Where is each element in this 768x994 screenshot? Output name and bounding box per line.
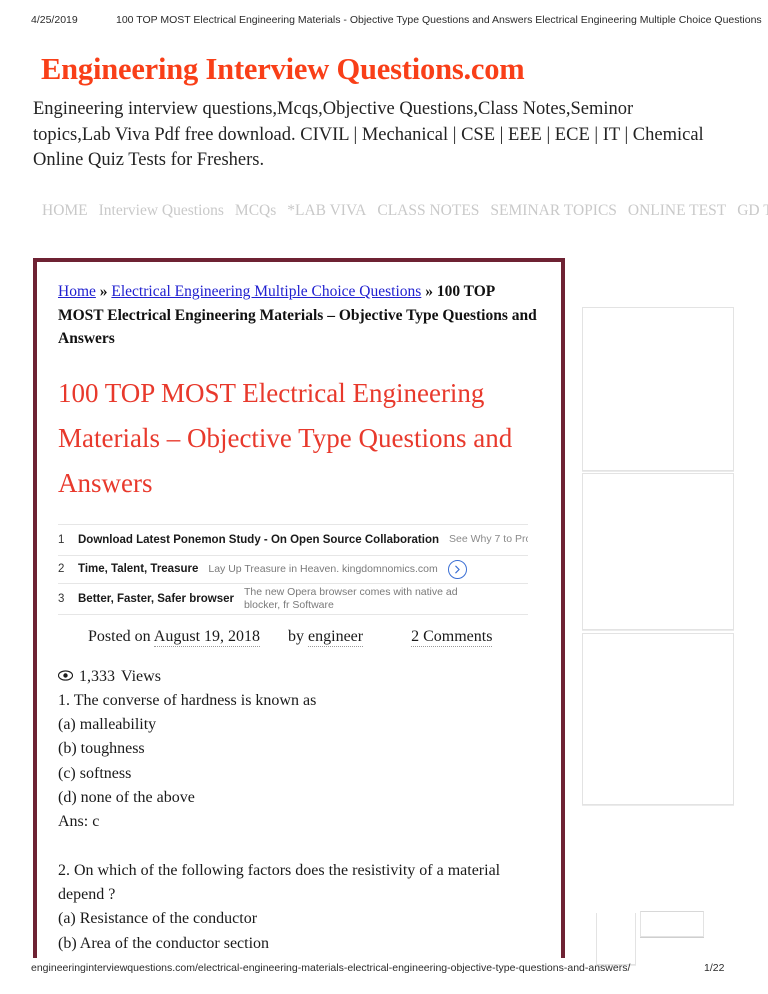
nav-item-online-test[interactable]: ONLINE TEST [628, 202, 726, 219]
question-option: (b) Area of the conductor section [58, 934, 270, 952]
question-text: 1. The converse of hardness is known as [58, 691, 317, 709]
ad-row-headline[interactable]: Time, Talent, Treasure [78, 563, 198, 575]
print-header-title: 100 TOP MOST Electrical Engineering Mate… [116, 14, 762, 26]
nav-item-class-notes[interactable]: CLASS NOTES [377, 202, 479, 219]
nav-item-lab-viva[interactable]: *LAB VIVA [287, 202, 366, 219]
question-item: 1. The converse of hardness is known as … [58, 689, 541, 835]
views-counter: 1,333 Views [57, 665, 541, 689]
print-header: 4/25/2019 100 TOP MOST Electrical Engine… [0, 14, 768, 30]
ad-widget[interactable]: 1 Download Latest Ponemon Study - On Ope… [58, 523, 528, 615]
question-option: (c) softness [58, 764, 132, 782]
eye-icon [57, 665, 74, 689]
post-body: 1,333 Views 1. The converse of hardness … [57, 665, 541, 958]
nav-item-seminar-topics[interactable]: SEMINAR TOPICS [490, 202, 616, 219]
post-date[interactable]: August 19, 2018 [153, 627, 261, 647]
views-count: 1,333 [79, 667, 115, 685]
ad-row-subdesc: See Why 7 to Proprie [449, 533, 528, 546]
question-option: (a) malleability [58, 716, 157, 734]
ad-row-number: 1 [58, 533, 65, 546]
question-text: 2. On which of the following factors doe… [58, 861, 501, 903]
question-option: (b) toughness [58, 740, 145, 758]
chevron-right-icon[interactable] [447, 559, 467, 579]
main-navigation[interactable]: HOME Interview Questions MCQs *LAB VIVA CLAS… [42, 199, 768, 223]
breadcrumb-separator-1: » [99, 283, 108, 300]
print-footer: engineeringinterviewquestions.com/electr… [0, 962, 768, 978]
ad-row-headline[interactable]: Better, Faster, Safer browser [78, 593, 234, 605]
breadcrumb-category-link[interactable]: Electrical Engineering Multiple Choice Q… [111, 283, 421, 300]
ad-row-description: The new Opera browser comes with native … [243, 586, 458, 611]
ad-row-description: Lay Up Treasure in Heaven. kingdomnomics… [208, 562, 438, 575]
nav-item-home[interactable]: HOME [42, 202, 88, 219]
ad-row[interactable]: 3 Better, Faster, Safer browser The new … [58, 584, 528, 615]
question-item: 2. On which of the following factors doe… [58, 859, 541, 958]
ad-row-number: 3 [58, 592, 65, 605]
ad-row[interactable]: 1 Download Latest Ponemon Study - On Ope… [58, 525, 528, 556]
question-answer: Ans: c [58, 813, 100, 831]
page-title: 100 TOP MOST Electrical Engineering Mate… [58, 377, 513, 498]
question-spacer [58, 835, 541, 859]
nav-item-mcqs[interactable]: MCQs [235, 202, 276, 219]
site-title[interactable]: Engineering Interview Questions.com [41, 52, 525, 87]
post-author[interactable]: engineer [308, 627, 364, 647]
nav-item-interview-questions[interactable]: Interview Questions [99, 202, 224, 219]
question-option: (a) Resistance of the conductor [58, 910, 258, 928]
nav-item-gd-topics[interactable]: GD TOPICS [737, 202, 768, 219]
sidebar-ad-placeholder[interactable] [640, 911, 704, 937]
views-label: Views [121, 667, 161, 685]
ad-row-number: 2 [58, 563, 65, 576]
breadcrumb-home-link[interactable]: Home [58, 283, 96, 300]
article-container: Home » Electrical Engineering Multiple C… [33, 258, 565, 958]
posted-on-label: Posted on [88, 627, 151, 645]
site-tagline: Engineering interview questions,Mcqs,Obj… [33, 99, 704, 170]
print-footer-url: engineeringinterviewquestions.com/electr… [31, 962, 631, 974]
sidebar-ad-placeholder[interactable] [582, 473, 734, 630]
ad-row-headline[interactable]: Download Latest Ponemon Study - On Open … [78, 534, 439, 546]
sidebar-ad-placeholder[interactable] [582, 633, 734, 805]
comments-link[interactable]: 2 Comments [411, 627, 493, 647]
question-option: (d) none of the above [58, 789, 195, 807]
breadcrumb: Home » Electrical Engineering Multiple C… [58, 280, 541, 351]
print-header-date: 4/25/2019 [31, 14, 78, 26]
question-option: (c) Length of the conductor [58, 956, 541, 958]
ad-row[interactable]: 2 Time, Talent, Treasure Lay Up Treasure… [58, 556, 528, 584]
by-label: by [288, 627, 305, 645]
post-meta: Posted on August 19, 2018 by engineer 2 … [58, 627, 541, 647]
sidebar-ad-placeholder[interactable] [582, 307, 734, 471]
print-footer-page-number: 1/22 [704, 962, 725, 974]
sidebar-ad-placeholder[interactable] [596, 913, 636, 965]
breadcrumb-separator-2: » [425, 283, 433, 300]
